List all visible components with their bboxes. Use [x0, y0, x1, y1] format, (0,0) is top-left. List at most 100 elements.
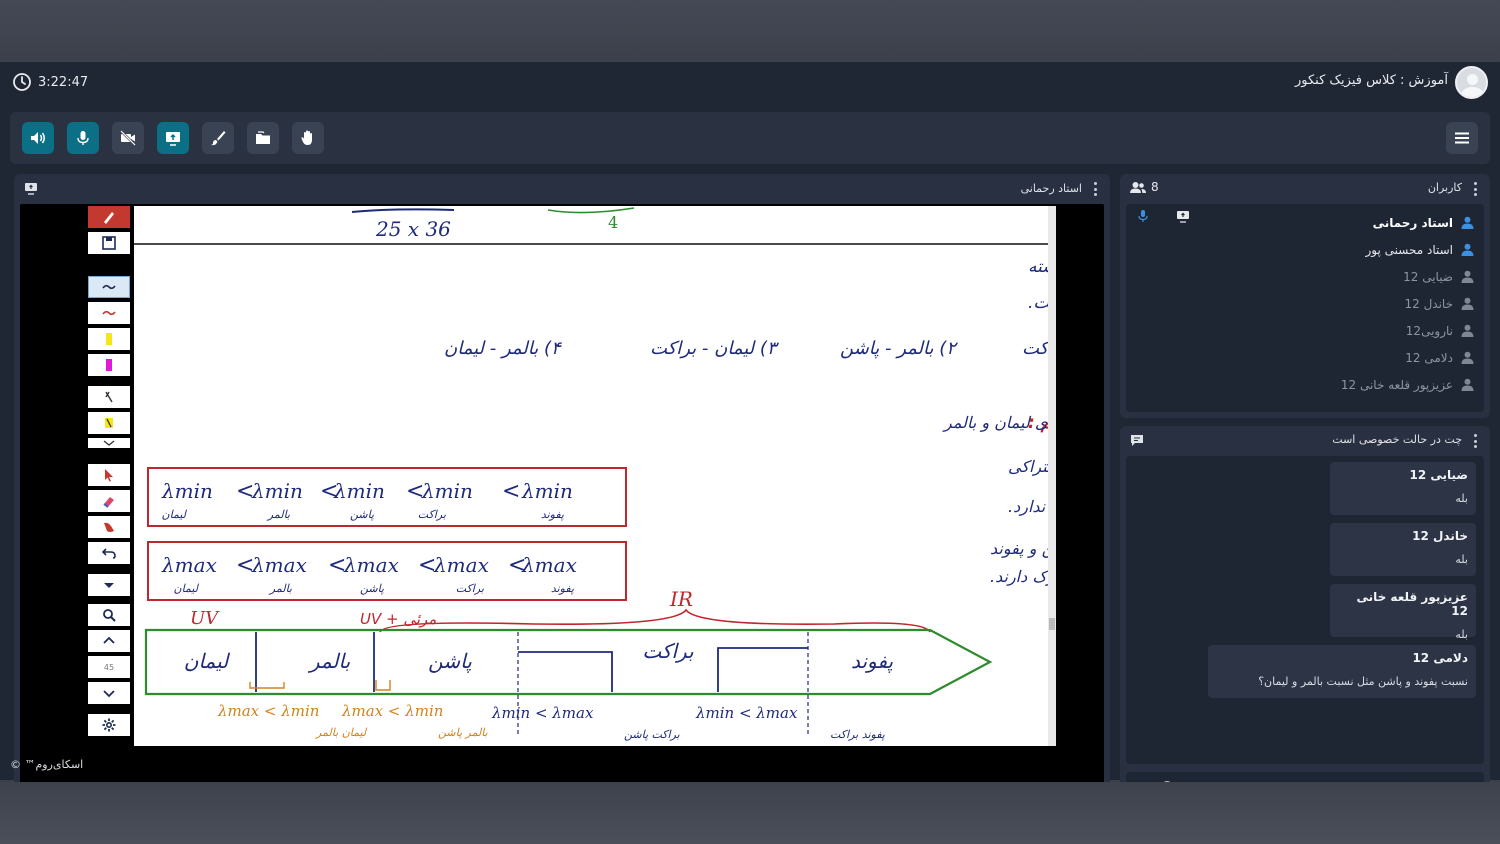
users-options-icon[interactable]	[1472, 182, 1478, 196]
bottom-left-sub-2: بالمر پاشن	[438, 726, 488, 739]
user-icon	[1461, 216, 1474, 229]
undo-tool[interactable]	[88, 542, 130, 564]
chat-bubble-icon	[1131, 435, 1143, 446]
user-row[interactable]: ضیایی 12	[1134, 263, 1474, 290]
text-tool[interactable]	[88, 386, 130, 408]
screen-share-button[interactable]	[157, 122, 189, 154]
whiteboard-canvas[interactable]: 25 x 36 4 تست : در اتم هیدروژن کوتاه‌تری…	[134, 206, 1048, 746]
dropdown-tool[interactable]	[88, 438, 130, 448]
option-3: ۳) لیمان - براکت	[650, 338, 780, 359]
gear-icon	[102, 718, 116, 732]
speaker-icon	[31, 132, 45, 144]
user-row[interactable]: استاد محسنی پور	[1134, 236, 1474, 263]
highlight-text-tool[interactable]	[88, 412, 130, 434]
chat-message[interactable]: دلامی 12 نسبت پفوند و پاشن مثل نسبت بالم…	[1208, 645, 1476, 698]
magenta-marker[interactable]	[88, 354, 130, 376]
chat-message-sender: خاندل 12	[1412, 529, 1468, 543]
chevron-up-icon	[103, 636, 115, 644]
user-row[interactable]: خاندل 12	[1134, 290, 1474, 317]
raise-hand-button[interactable]	[292, 122, 324, 154]
save-tool[interactable]	[88, 232, 130, 254]
squiggle-red-icon	[102, 310, 116, 316]
user-row[interactable]: نارویی12	[1134, 317, 1474, 344]
menu-button[interactable]	[1446, 122, 1478, 154]
clear-tool[interactable]	[88, 516, 130, 538]
avatar[interactable]	[1455, 66, 1488, 99]
top-fraction-right: 4	[608, 213, 618, 232]
min-sym-pfund: λmin	[521, 479, 573, 503]
highlight-icon	[105, 418, 113, 428]
zoom-tool[interactable]	[88, 604, 130, 626]
chat-message-text: بله	[1455, 553, 1468, 566]
pen-tool[interactable]	[88, 206, 130, 228]
drawing-tools: 45	[88, 206, 132, 746]
chat-message[interactable]: خاندل 12 بله	[1330, 523, 1476, 576]
chat-options-icon[interactable]	[1472, 434, 1478, 448]
users-count: 8	[1130, 180, 1159, 194]
min-sym-balmer: λmin	[251, 479, 303, 503]
speaker-button[interactable]	[22, 122, 54, 154]
curve-tool[interactable]	[88, 302, 130, 324]
files-button[interactable]	[247, 122, 279, 154]
user-row[interactable]: دلامی 12	[1134, 344, 1474, 371]
user-row[interactable]: استاد رحمانی	[1134, 209, 1474, 236]
svg-text:<: <	[406, 479, 424, 504]
ir-brace	[379, 608, 931, 633]
yellow-swatch-icon	[106, 333, 112, 345]
pointer-tool[interactable]	[88, 464, 130, 486]
min-series-balmer: بالمر	[266, 508, 290, 521]
whiteboard-scrollbar[interactable]	[1048, 206, 1056, 746]
chevron-down-icon	[103, 690, 115, 698]
chat-message-sender: دلامی 12	[1412, 651, 1468, 665]
min-series-paschen: پاشن	[350, 508, 374, 521]
pen-tool-icon	[104, 212, 114, 224]
user-name: عزیزپور قلعه خانی 12	[1340, 377, 1453, 392]
top-fraction: 25 x 36	[375, 217, 451, 241]
note-line-2: با وجود آنکه هر دو تا پاشن UV دارند، اما…	[1008, 456, 1048, 476]
label-ir: IR	[669, 587, 693, 611]
page-down-tool[interactable]	[88, 682, 130, 704]
users-list: استاد رحمانی استاد محسنی پور ضیایی 12 خا…	[1126, 204, 1484, 412]
arrow-series-brackett: براکت	[642, 639, 694, 663]
user-name: استاد رحمانی	[1372, 215, 1453, 230]
class-title: آموزش : کلاس فیزیک کنکور	[1294, 73, 1448, 88]
page-up-tool[interactable]	[88, 630, 130, 652]
settings-tool[interactable]	[88, 714, 130, 736]
chat-message[interactable]: عزیزپور قلعه خانی 12 بله	[1330, 584, 1476, 641]
max-sym-balmer: λmax	[251, 553, 307, 577]
min-series-pfund: پفوند	[541, 508, 564, 521]
user-name: دلامی 12	[1405, 350, 1453, 365]
screen-share-small-icon[interactable]	[24, 182, 38, 195]
option-1: ۱) پاشن - براکت	[1022, 338, 1048, 359]
bottom-left-sub-1: لیمان بالمر	[314, 726, 368, 739]
user-icon	[1461, 351, 1474, 364]
user-icon	[1461, 270, 1474, 283]
screen-share-icon	[166, 132, 180, 146]
option-4: ۴) بالمر - لیمان	[444, 338, 562, 359]
yellow-marker[interactable]	[88, 328, 130, 350]
brand-footer: اسکای‌روم™ ©	[10, 758, 84, 771]
max-series-brackett: براکت	[456, 582, 484, 595]
line-tool[interactable]	[88, 276, 130, 298]
whiteboard-options-icon[interactable]	[1092, 182, 1098, 196]
bottom-mid-relation: λmin < λmax	[491, 704, 594, 722]
brush-button[interactable]	[202, 122, 234, 154]
user-name: خاندل 12	[1404, 296, 1453, 311]
chat-message-text: نسبت پفوند و پاشن مثل نسبت بالمر و لیمان…	[1258, 675, 1468, 688]
collapse-tool[interactable]	[88, 574, 130, 596]
users-count-value: 8	[1151, 180, 1159, 194]
svg-text:<: <	[320, 479, 338, 504]
header: 3:22:47 آموزش : کلاس فیزیک کنکور	[0, 62, 1500, 102]
save-icon	[102, 236, 116, 250]
arrow-series-balmer: بالمر	[307, 649, 351, 673]
chat-message-sender: عزیزپور قلعه خانی 12	[1356, 590, 1468, 618]
user-row[interactable]: عزیزپور قلعه خانی 12	[1134, 371, 1474, 398]
camera-button[interactable]	[112, 122, 144, 154]
chat-message[interactable]: ضیایی 12 بله	[1330, 462, 1476, 515]
microphone-button[interactable]	[67, 122, 99, 154]
squiggle-blue-icon	[102, 284, 116, 290]
clock-time: 3:22:47	[38, 74, 89, 90]
svg-text:<: <	[328, 553, 346, 578]
eraser-tool[interactable]	[88, 490, 130, 512]
chat-message-text: بله	[1455, 628, 1468, 641]
